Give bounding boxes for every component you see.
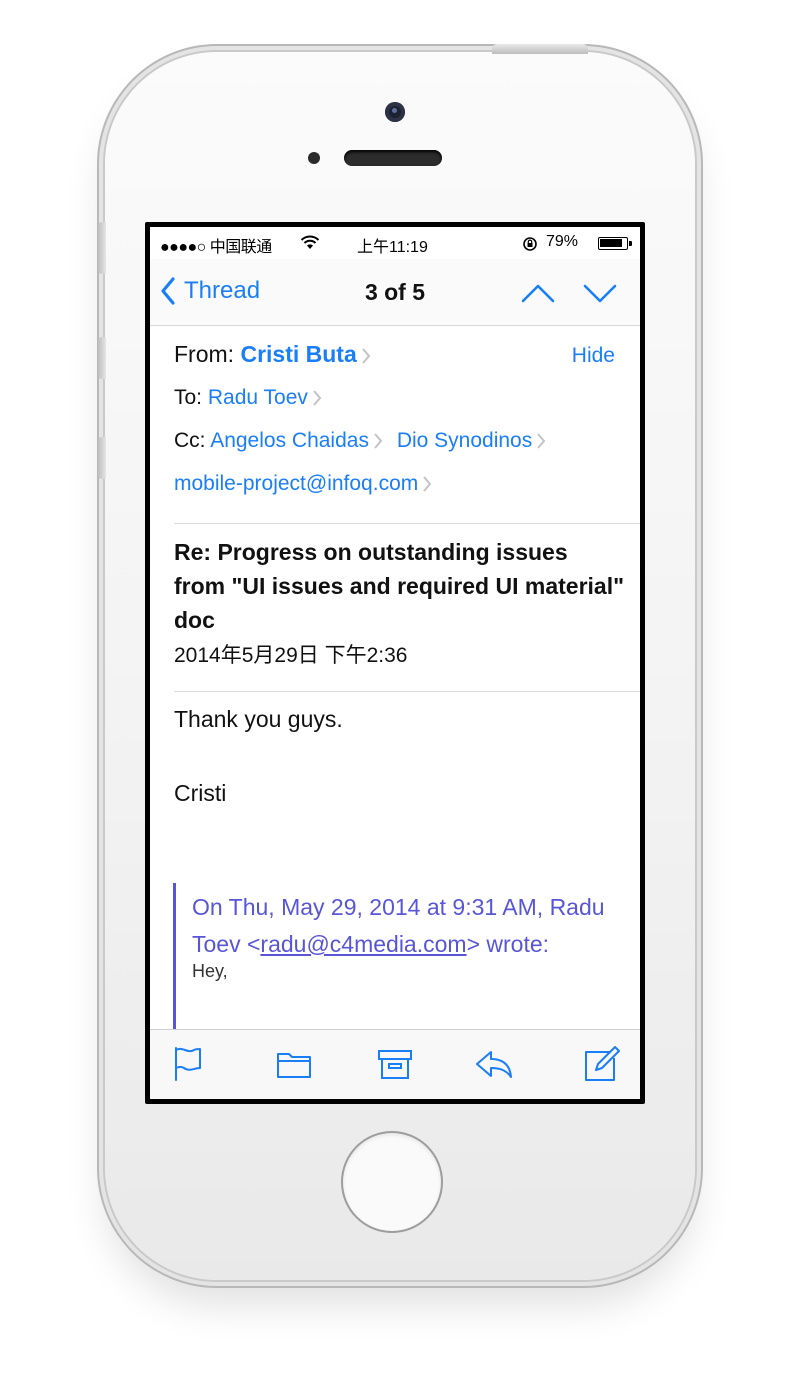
from-label: From: bbox=[174, 341, 235, 367]
previous-message-icon[interactable] bbox=[520, 279, 556, 307]
quote-first-line: Hey, bbox=[192, 961, 228, 981]
flag-icon[interactable] bbox=[166, 1044, 206, 1084]
sender-name[interactable]: Cristi Buta bbox=[240, 341, 356, 367]
battery-percent: 79% bbox=[546, 233, 579, 250]
cc-email-row: mobile-project@infoq.com bbox=[174, 472, 432, 496]
front-camera bbox=[385, 102, 405, 122]
proximity-sensor bbox=[308, 152, 320, 164]
wifi-icon bbox=[300, 235, 320, 249]
chevron-right-icon bbox=[537, 433, 546, 450]
quote-header: On Thu, May 29, 2014 at 9:31 AM, Radu To… bbox=[192, 889, 613, 963]
from-row: From: Cristi Buta bbox=[174, 341, 371, 368]
message-subject: Re: Progress on outstanding issues from … bbox=[174, 539, 624, 633]
thread-position: 3 of 5 bbox=[364, 279, 426, 305]
compose-icon[interactable] bbox=[582, 1044, 622, 1084]
back-button[interactable]: Thread bbox=[160, 273, 260, 309]
quote-outro: > wrote: bbox=[466, 931, 550, 957]
cc-row: Cc: Angelos Chaidas Dio Synodinos bbox=[174, 429, 546, 453]
cc-recipient[interactable]: Angelos Chaidas bbox=[210, 429, 369, 452]
rotation-lock-icon bbox=[523, 237, 537, 251]
reply-icon[interactable] bbox=[474, 1044, 514, 1084]
header-divider bbox=[174, 523, 640, 524]
mail-screen: ●●●●○ 中国联通 上午11:19 79% Thread 3 of 5 Fro… bbox=[150, 227, 640, 1099]
chevron-right-icon bbox=[423, 476, 432, 493]
cc-email[interactable]: mobile-project@infoq.com bbox=[174, 472, 418, 495]
to-label: To: bbox=[174, 386, 203, 409]
home-button[interactable] bbox=[343, 1133, 441, 1231]
cc-label: Cc: bbox=[174, 429, 206, 452]
nav-bar: Thread 3 of 5 bbox=[150, 259, 640, 326]
hide-details-button[interactable]: Hide bbox=[572, 344, 615, 368]
next-message-icon[interactable] bbox=[582, 279, 618, 307]
chevron-right-icon bbox=[361, 348, 371, 364]
body-line: Thank you guys. bbox=[174, 706, 343, 732]
bottom-toolbar bbox=[150, 1029, 640, 1099]
volume-up-button bbox=[98, 337, 106, 379]
status-time: 上午11:19 bbox=[357, 239, 428, 256]
archive-icon[interactable] bbox=[375, 1044, 415, 1084]
to-row: To: Radu Toev bbox=[174, 386, 322, 410]
subject-divider bbox=[174, 691, 640, 692]
quote-email-link[interactable]: radu@c4media.com bbox=[260, 931, 466, 957]
volume-down-button bbox=[98, 437, 106, 479]
message-date: 2014年5月29日 下午2:36 bbox=[174, 644, 408, 667]
carrier-signal: ●●●●○ 中国联通 bbox=[160, 239, 272, 256]
battery-icon bbox=[598, 237, 632, 250]
mute-switch bbox=[98, 222, 106, 274]
status-bar: ●●●●○ 中国联通 上午11:19 79% bbox=[150, 227, 640, 259]
body-signature: Cristi bbox=[174, 780, 227, 806]
folder-icon[interactable] bbox=[274, 1044, 314, 1084]
back-label: Thread bbox=[184, 277, 261, 304]
cc-recipient[interactable]: Dio Synodinos bbox=[397, 429, 532, 452]
recipient-name[interactable]: Radu Toev bbox=[208, 386, 308, 409]
chevron-left-icon bbox=[161, 277, 175, 305]
earpiece-speaker bbox=[344, 150, 442, 166]
power-button bbox=[492, 44, 588, 54]
chevron-right-icon bbox=[313, 390, 322, 407]
chevron-right-icon bbox=[374, 433, 383, 450]
